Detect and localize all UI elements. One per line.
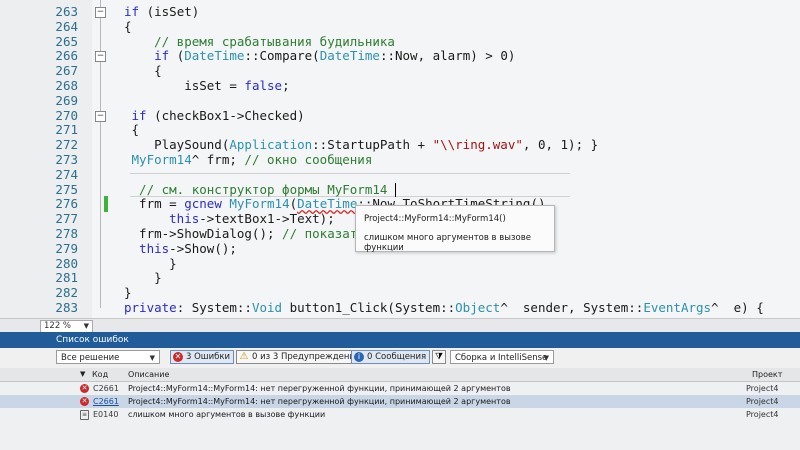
code-text: private: System::Void button1_Click(Syst… [124, 297, 764, 318]
scope-dropdown[interactable]: Все решение ▼ [56, 350, 160, 364]
tooltip-signature: Project4::MyForm14::MyForm14() [364, 214, 506, 224]
tooltip-message: слишком много аргументов в вызове функци… [364, 233, 531, 253]
error-project: Project4 [746, 410, 779, 419]
info-icon: i [354, 352, 364, 362]
intellisense-tooltip: Project4::MyForm14::MyForm14() слишком м… [355, 205, 555, 253]
code-keyword: private [124, 300, 177, 315]
error-list-title: Список ошибок [0, 332, 800, 348]
sort-icon[interactable]: ▼ [80, 368, 85, 381]
error-row[interactable]: ✕ C2661 Project4::MyForm14::MyForm14: нет … [0, 395, 800, 408]
code-token: button1_Click(System:: [282, 300, 456, 315]
zoom-level-value: 122 % [44, 321, 72, 331]
errors-filter-button[interactable]: ✕ 3 Ошибки [170, 350, 235, 364]
warnings-filter-label: 0 из 3 Предупреждения [252, 352, 361, 362]
column-description[interactable]: Описание [128, 368, 169, 381]
error-project: Project4 [746, 384, 779, 393]
filter-icon[interactable]: ⧩ [432, 350, 446, 364]
messages-filter-label: 0 Сообщения [367, 352, 427, 362]
error-list-toolbar: Все решение ▼ ✕ 3 Ошибки ⚠ 0 из 3 Предуп… [0, 348, 800, 368]
chevron-down-icon: ▼ [83, 322, 89, 330]
scope-value: Все решение [61, 353, 120, 363]
editor-status-bar: 122 % ▼ [0, 318, 800, 333]
error-description: слишком много аргументов в вызове функци… [128, 410, 326, 419]
error-icon: ✕ [80, 397, 89, 406]
error-description: Project4::MyForm14::MyForm14: нет перегр… [128, 397, 511, 406]
intellisense-icon: ≡ [80, 410, 89, 420]
error-row[interactable]: ✕ C2661 Project4::MyForm14::MyForm14: нет … [0, 382, 800, 395]
messages-filter-button[interactable]: i 0 Сообщения [351, 350, 431, 364]
error-list-header: ▼ Код Описание Проект [0, 368, 800, 382]
code-type: EventArgs [643, 300, 712, 315]
error-list-panel: Список ошибок Все решение ▼ ✕ 3 Ошибки ⚠… [0, 332, 800, 450]
line-number: 283 [55, 300, 78, 315]
warning-icon: ⚠ [239, 351, 249, 362]
column-code[interactable]: Код [92, 368, 108, 381]
warnings-filter-button[interactable]: ⚠ 0 из 3 Предупреждения [236, 350, 365, 364]
code-editor[interactable]: 263− if (isSet) 264{265 // время срабатыва… [0, 0, 800, 318]
code-type: Object [455, 300, 501, 315]
code-token: ^ e) { [711, 300, 764, 315]
error-code[interactable]: C2661 [93, 382, 119, 395]
build-filter-dropdown[interactable]: Сборка и IntelliSense ▼ [450, 350, 554, 364]
error-code[interactable]: E0140 [93, 408, 118, 421]
build-filter-value: Сборка и IntelliSense [455, 353, 548, 363]
code-token: ^ sender, System:: [500, 300, 644, 315]
error-project: Project4 [746, 397, 779, 406]
error-row[interactable]: ≡ E0140 слишком много аргументов в вызове … [0, 408, 800, 421]
column-project[interactable]: Проект [752, 368, 782, 381]
errors-filter-label: 3 Ошибки [186, 352, 231, 362]
chevron-down-icon: ▼ [543, 354, 549, 362]
code-line[interactable]: 283 private: System::Void button1_Click(S… [0, 297, 800, 318]
chevron-down-icon: ▼ [149, 354, 155, 362]
error-code[interactable]: C2661 [93, 395, 119, 408]
code-token: : System:: [176, 300, 252, 315]
error-icon: ✕ [173, 352, 183, 362]
error-description: Project4::MyForm14::MyForm14: нет перегр… [128, 384, 511, 393]
code-type: Void [251, 300, 283, 315]
error-icon: ✕ [80, 384, 89, 393]
